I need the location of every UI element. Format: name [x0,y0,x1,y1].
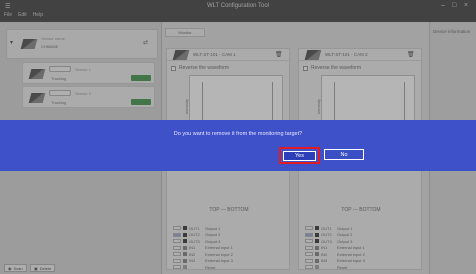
no-button[interactable]: No [324,149,364,160]
yes-button[interactable]: Yes [283,151,316,161]
highlight-box: Yes [279,147,320,164]
dialog-question: Do you want to remove it from the monito… [173,131,303,137]
confirm-dialog: Do you want to remove it from the monito… [0,120,476,171]
